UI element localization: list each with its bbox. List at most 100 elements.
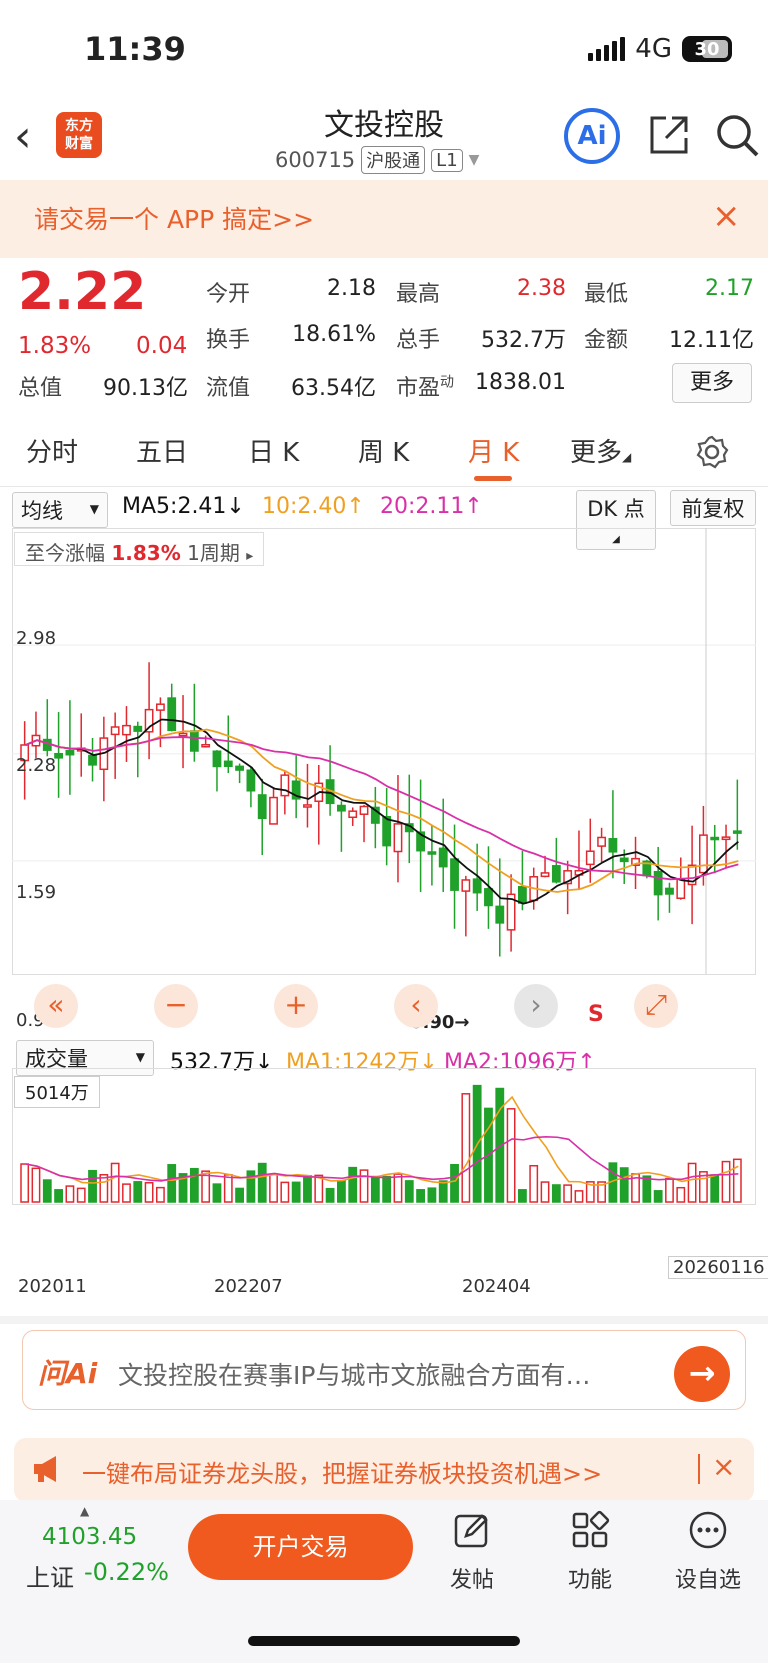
tab-more[interactable]: 更多◢ (570, 432, 631, 469)
scroll-start-button[interactable]: « (34, 984, 78, 1028)
tab-five-day[interactable]: 五日 (136, 432, 188, 469)
y-tick: 2.98 (16, 628, 57, 649)
ma10-value: 10:2.40↑ (262, 494, 365, 519)
amount-value: 12.11亿 (669, 328, 754, 353)
index-value[interactable]: 4103.45 (42, 1524, 137, 1550)
fullscreen-icon[interactable]: ⤢ (634, 984, 678, 1028)
volume-label: 总手 (396, 328, 441, 353)
candle-body (337, 804, 346, 812)
since-change-box[interactable]: 至今涨幅 1.83% 1周期 ▸ (14, 532, 265, 566)
candle-body (88, 754, 97, 766)
grid-apps-icon (572, 1510, 610, 1548)
candle-body (585, 850, 595, 866)
open-account-button[interactable]: 开户交易 (188, 1514, 413, 1580)
candle-body (382, 816, 392, 847)
caret-down-icon: ▼ (468, 152, 480, 168)
megaphone-icon (34, 1456, 56, 1482)
divider (0, 486, 768, 487)
volume-bar (88, 1169, 97, 1203)
share-icon[interactable] (646, 112, 692, 158)
tab-daily-k[interactable]: 日 K (248, 432, 299, 469)
ad-close-icon[interactable]: × (712, 1450, 735, 1483)
candlestick-chart[interactable] (12, 528, 756, 1034)
nav-post[interactable]: 发帖 (432, 1510, 512, 1594)
volume-bar (416, 1189, 425, 1203)
amount-label: 金额 (584, 328, 629, 353)
volume-bar (291, 1181, 301, 1203)
volume-bar (54, 1189, 63, 1203)
candle-body (235, 765, 244, 771)
candle-body (257, 794, 267, 820)
candle-body (472, 878, 482, 894)
nav-watchlist-label: 设自选 (674, 1568, 741, 1593)
scroll-left-button[interactable]: ‹ (394, 984, 438, 1028)
nav-watchlist[interactable]: 设自选 (668, 1510, 748, 1594)
ask-ai-go-button[interactable]: → (674, 1346, 730, 1402)
volume-bar (732, 1158, 742, 1203)
volume-bar (348, 1166, 358, 1203)
scroll-right-button[interactable]: › (514, 984, 558, 1028)
volume-bar (540, 1181, 550, 1203)
volume-bar (551, 1184, 561, 1203)
signal-icon (588, 37, 626, 61)
volume-bar (65, 1185, 75, 1203)
low-label: 最低 (584, 282, 629, 307)
turnover-value: 18.61% (292, 322, 376, 347)
ask-ai-question[interactable]: 文投控股在赛事IP与城市文旅融合方面有… (118, 1356, 638, 1392)
tab-monthly-k[interactable]: 月 K (468, 432, 519, 469)
volume-bar (665, 1177, 674, 1203)
stock-code: 600715 (275, 148, 356, 172)
ai-button[interactable]: Ai (564, 108, 620, 164)
nav-post-label: 发帖 (449, 1568, 494, 1593)
index-percent[interactable]: -0.22% (84, 1558, 169, 1586)
volume-bar (223, 1174, 233, 1203)
zoom-in-button[interactable]: + (274, 984, 318, 1028)
x-tick: 202011 (18, 1276, 87, 1297)
ad-text[interactable]: 一键布局证券龙头股，把握证券板块投资机遇>> (82, 1454, 602, 1489)
float-value: 63.54亿 (291, 376, 376, 401)
volume-bar (438, 1180, 448, 1203)
volume-chart[interactable] (12, 1068, 756, 1264)
post-edit-icon (454, 1514, 488, 1548)
volume-bar (144, 1182, 154, 1203)
ma-select[interactable]: 均线 ▼ (12, 492, 108, 528)
candle-body (540, 872, 550, 878)
more-dots-icon (689, 1511, 727, 1549)
stock-code-row[interactable]: 600715 沪股通 L1 ▼ (275, 146, 479, 174)
volume-bar (133, 1181, 143, 1203)
promo-close-icon[interactable]: × (712, 196, 741, 236)
volume-bar (653, 1190, 663, 1203)
ma20-value: 20:2.11↑ (380, 494, 483, 519)
candle-body (156, 703, 165, 711)
promo-text[interactable]: 请交易一个 APP 搞定>> (34, 200, 314, 236)
candle-body (676, 877, 686, 900)
candle-body (619, 857, 629, 863)
index-expand-icon[interactable]: ▲ (80, 1504, 89, 1518)
open-value: 2.18 (327, 276, 376, 301)
candle-body (133, 725, 143, 732)
volume-bar (269, 1173, 278, 1203)
more-quote-button[interactable]: 更多 (672, 363, 752, 403)
volume-bar (156, 1186, 165, 1203)
volume-bar (518, 1189, 527, 1203)
chart-frame (12, 528, 756, 975)
volume-bar (506, 1108, 516, 1203)
candle-body (608, 838, 618, 853)
volume-bar (31, 1167, 41, 1203)
tab-intraday[interactable]: 分时 (26, 432, 78, 469)
search-icon[interactable] (714, 112, 760, 158)
candle-body (597, 836, 606, 847)
open-label: 今开 (206, 282, 251, 307)
settings-gear-icon[interactable] (694, 434, 730, 470)
index-name[interactable]: 上证 (26, 1558, 74, 1593)
nav-function-label: 功能 (567, 1568, 612, 1593)
adjust-select[interactable]: 前复权 (670, 490, 756, 526)
volume-bar (110, 1162, 120, 1203)
change-percent: 1.83% (18, 333, 92, 359)
volume-bar (337, 1179, 346, 1203)
candle-body (167, 697, 177, 732)
zoom-out-button[interactable]: − (154, 984, 198, 1028)
nav-function[interactable]: 功能 (550, 1510, 630, 1594)
tab-weekly-k[interactable]: 周 K (358, 432, 409, 469)
candle-body (303, 804, 312, 808)
